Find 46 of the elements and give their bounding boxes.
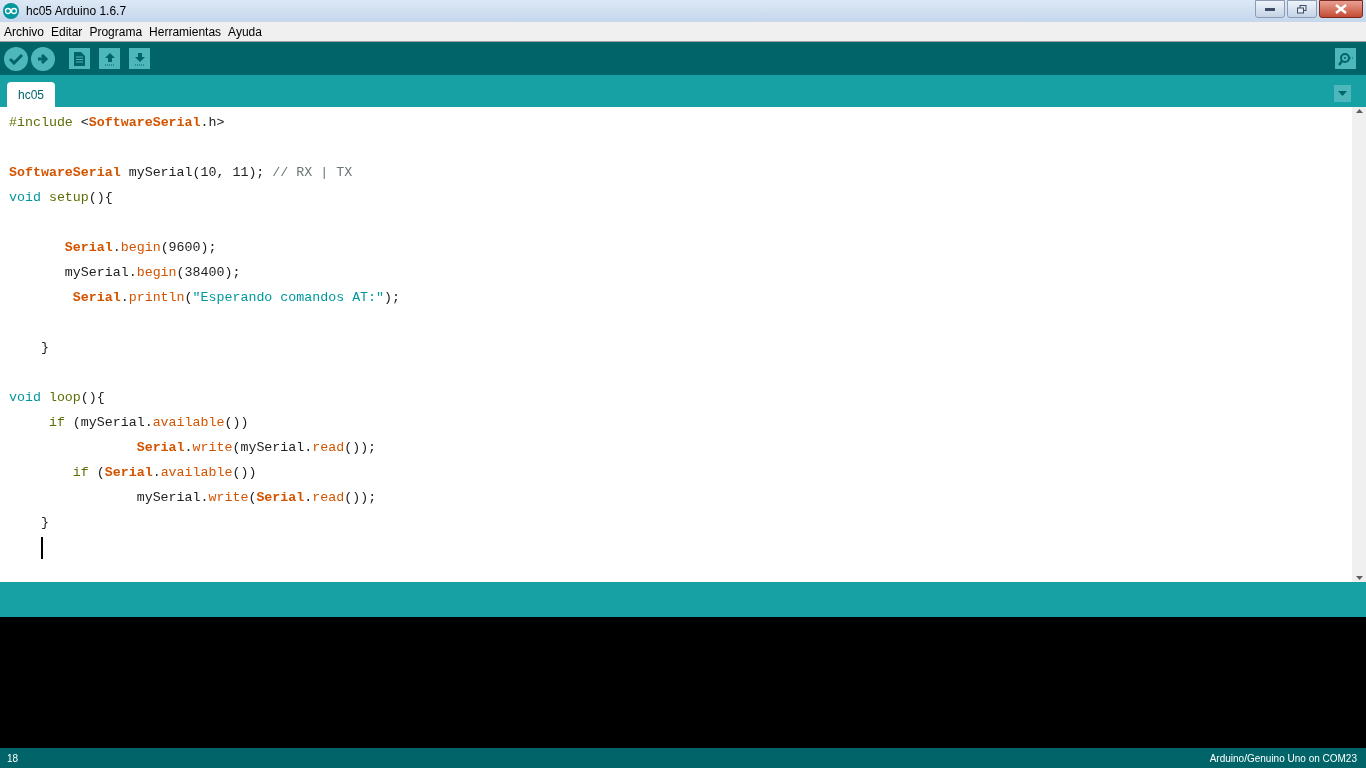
code-line: }: [39, 514, 49, 532]
minimize-button[interactable]: [1255, 0, 1285, 18]
menu-item[interactable]: Archivo: [4, 22, 44, 41]
open-button[interactable]: [99, 48, 120, 69]
window-title: hc05 Arduino 1.6.7: [26, 3, 127, 20]
code-line: if (mySerial.available()): [47, 414, 249, 432]
code-line: void loop(){: [9, 389, 105, 407]
file-tab[interactable]: hc05: [7, 82, 56, 107]
menu-item[interactable]: Herramientas: [149, 22, 222, 41]
restore-button[interactable]: [1287, 0, 1317, 18]
upload-button[interactable]: [31, 46, 55, 71]
code-line: if (Serial.available()): [71, 464, 257, 482]
serial-monitor-button[interactable]: [1335, 48, 1356, 69]
restore-icon: [1297, 4, 1307, 14]
menu-item[interactable]: Programa: [89, 22, 143, 41]
code-line: mySerial.write(Serial.read());: [135, 489, 377, 507]
down-arrow-icon: [133, 51, 146, 66]
code-line: SoftwareSerial mySerial(10, 11); // RX | TX: [9, 164, 353, 182]
code-line: void setup(){: [9, 189, 113, 207]
magnifier-icon: [1337, 51, 1354, 66]
app-logo-icon: [3, 3, 19, 19]
close-icon: [1335, 4, 1347, 14]
menu-item[interactable]: Ayuda: [228, 22, 262, 41]
save-button[interactable]: [129, 48, 150, 69]
new-button[interactable]: [69, 48, 90, 69]
tab-menu-button[interactable]: [1334, 85, 1351, 102]
code-line: }: [39, 339, 49, 357]
scroll-down-icon[interactable]: [1355, 576, 1363, 580]
scroll-up-icon[interactable]: [1355, 109, 1363, 113]
board-port-label: Arduino/Genuino Uno on COM23: [1209, 751, 1357, 766]
text-cursor: [41, 536, 43, 559]
code-line: Serial.begin(9600);: [63, 239, 217, 257]
document-icon: [74, 51, 85, 66]
verify-button[interactable]: [4, 46, 28, 71]
close-button[interactable]: [1319, 0, 1363, 18]
code-line: mySerial.begin(38400);: [63, 264, 241, 282]
code-line: Serial.write(mySerial.read());: [135, 439, 377, 457]
scrollbar[interactable]: [1352, 107, 1366, 582]
line-number: 18: [7, 751, 19, 766]
code-line: #include <SoftwareSerial.h>: [9, 114, 225, 132]
right-arrow-icon: [37, 52, 49, 65]
checkmark-icon: [9, 52, 23, 65]
up-arrow-icon: [103, 51, 116, 66]
caret-icon: [1338, 91, 1347, 96]
menu-item[interactable]: Editar: [51, 22, 83, 41]
code-line: Serial.println("Esperando comandos AT:");: [71, 289, 401, 307]
